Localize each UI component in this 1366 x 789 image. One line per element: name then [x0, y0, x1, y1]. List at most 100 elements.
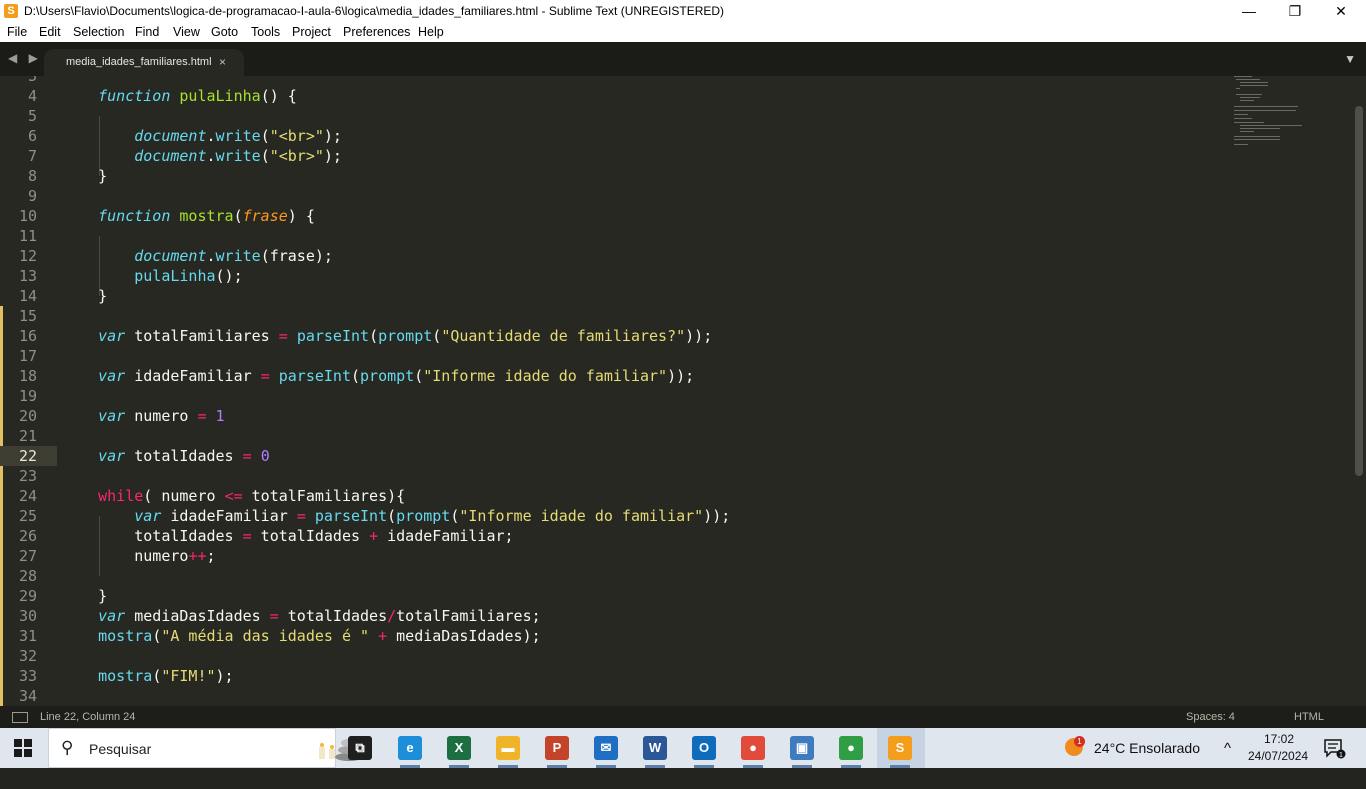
menu-goto[interactable]: Goto [211, 25, 238, 39]
line-number: 4 [27, 87, 37, 105]
code-line[interactable]: pulaLinha(); [62, 266, 243, 286]
line-number: 15 [18, 307, 37, 325]
excel-icon[interactable]: X [447, 736, 471, 760]
code-editor[interactable]: 3 4 5 6 7 8 9 10 11 12 13 14 15 16 17 18 19 20 21 22 23 24 25 2… [0, 76, 1366, 706]
task-view-icon[interactable]: ⧉ [348, 736, 372, 760]
menu-find[interactable]: Find [135, 25, 159, 39]
code-token: prompt [378, 327, 433, 345]
minimap[interactable] [1230, 76, 1320, 156]
word-icon[interactable]: W [643, 736, 667, 760]
code-token: ( [414, 367, 424, 385]
indentation-setting[interactable]: Spaces: 4 [1186, 711, 1235, 723]
syntax-setting[interactable]: HTML [1294, 711, 1324, 723]
code-line[interactable]: var idadeFamiliar = parseInt(prompt("Inf… [62, 366, 694, 386]
tray-chevron-icon[interactable]: ^ [1224, 740, 1231, 780]
menu-file[interactable]: File [7, 25, 27, 39]
code-token: parseInt [278, 367, 351, 385]
line-number: 31 [18, 627, 37, 645]
line-number: 29 [18, 587, 37, 605]
code-line[interactable]: totalIdades = totalIdades + idadeFamilia… [62, 526, 513, 546]
edge-icon[interactable]: e [398, 736, 422, 760]
code-line[interactable]: var totalIdades = 0 [62, 446, 270, 466]
code-token: )); [703, 507, 731, 525]
code-line[interactable]: } [62, 286, 107, 306]
line-number: 13 [18, 267, 37, 285]
taskbar-search[interactable]: ⚲ Pesquisar [48, 728, 363, 768]
code-token: . [206, 247, 216, 265]
code-token: } [98, 587, 108, 605]
menu-tools[interactable]: Tools [251, 25, 280, 39]
code-token: (); [215, 267, 243, 285]
code-line[interactable]: } [62, 586, 107, 606]
code-line[interactable]: var mediaDasIdades = totalIdades/totalFa… [62, 606, 541, 626]
tab-close-icon[interactable]: × [219, 55, 226, 69]
line-number: 6 [27, 127, 37, 145]
chrome-icon[interactable]: ● [741, 736, 765, 760]
panel-toggle-icon[interactable] [12, 712, 28, 723]
code-line[interactable]: document.write("<br>"); [62, 146, 342, 166]
code-token: while [98, 487, 144, 505]
line-number: 30 [18, 607, 37, 625]
notification-count: 1 [1339, 752, 1343, 759]
code-token: totalIdades [278, 607, 388, 625]
line-number: 22 [18, 447, 37, 465]
close-button[interactable]: ✕ [1318, 0, 1364, 22]
tab-bar: ◀ ▶ media_idades_familiares.html × ▼ [0, 42, 1366, 76]
weather-text[interactable]: 24°C Ensolarado [1094, 740, 1200, 780]
code-line[interactable]: var totalFamiliares = parseInt(prompt("Q… [62, 326, 712, 346]
code-token: mostra [98, 667, 153, 685]
notification-center-icon[interactable]: 1 [1324, 739, 1346, 759]
code-line[interactable]: var idadeFamiliar = parseInt(prompt("Inf… [62, 506, 730, 526]
code-line[interactable]: mostra("FIM!"); [62, 666, 233, 686]
maximize-button[interactable]: ❐ [1272, 0, 1318, 22]
code-token: "Informe idade do familiar" [423, 367, 668, 385]
line-number: 14 [18, 287, 37, 305]
scrollbar-thumb[interactable] [1355, 106, 1363, 476]
code-token: totalFamiliares; [396, 607, 541, 625]
code-token: "FIM!" [161, 667, 216, 685]
code-token: var [98, 407, 126, 425]
code-token: ; [206, 547, 216, 565]
chrome-profile-icon[interactable]: ● [839, 736, 863, 760]
code-line[interactable]: document.write("<br>"); [62, 126, 342, 146]
code-line[interactable]: function mostra(frase) { [62, 206, 315, 226]
tab-label: media_idades_familiares.html [66, 56, 212, 68]
code-token: totalIdades [125, 447, 243, 465]
tab-media-idades-familiares[interactable]: media_idades_familiares.html × [44, 49, 244, 76]
outlook-icon[interactable]: O [692, 736, 716, 760]
code-line[interactable]: } [62, 166, 107, 186]
line-number: 11 [18, 227, 37, 245]
code-token: document [134, 147, 207, 165]
menu-edit[interactable]: Edit [39, 25, 61, 39]
code-token: prompt [396, 507, 451, 525]
code-line[interactable]: var numero = 1 [62, 406, 224, 426]
code-token: document [134, 127, 207, 145]
menu-view[interactable]: View [173, 25, 200, 39]
menu-help[interactable]: Help [418, 25, 444, 39]
windows-start-icon[interactable] [14, 739, 32, 757]
cursor-position[interactable]: Line 22, Column 24 [40, 711, 135, 723]
powerpoint-icon[interactable]: P [545, 736, 569, 760]
mail-icon[interactable]: ✉ [594, 736, 618, 760]
minimize-button[interactable]: — [1226, 0, 1272, 22]
file-explorer-icon[interactable]: ▬ [496, 736, 520, 760]
code-line[interactable]: mostra("A média das idades é " + mediaDa… [62, 626, 541, 646]
menu-preferences[interactable]: Preferences [343, 25, 410, 39]
code-line[interactable]: while( numero <= totalFamiliares){ [62, 486, 405, 506]
control-panel-icon[interactable]: ▣ [790, 736, 814, 760]
line-number: 9 [27, 187, 37, 205]
code-line[interactable]: numero++; [62, 546, 216, 566]
code-token: "<br>" [269, 147, 324, 165]
clock-date[interactable]: 24/07/2024 [1248, 749, 1308, 789]
code-line[interactable]: document.write(frase); [62, 246, 333, 266]
code-token: "<br>" [269, 127, 324, 145]
sublime-text-icon[interactable]: S [888, 736, 912, 760]
tab-nav-arrows-icon[interactable]: ◀ ▶ [8, 51, 42, 65]
menu-project[interactable]: Project [292, 25, 331, 39]
tab-list-chevron-icon[interactable]: ▼ [1344, 52, 1356, 66]
code-line[interactable]: function pulaLinha() { [62, 86, 297, 106]
menu-selection[interactable]: Selection [73, 25, 124, 39]
